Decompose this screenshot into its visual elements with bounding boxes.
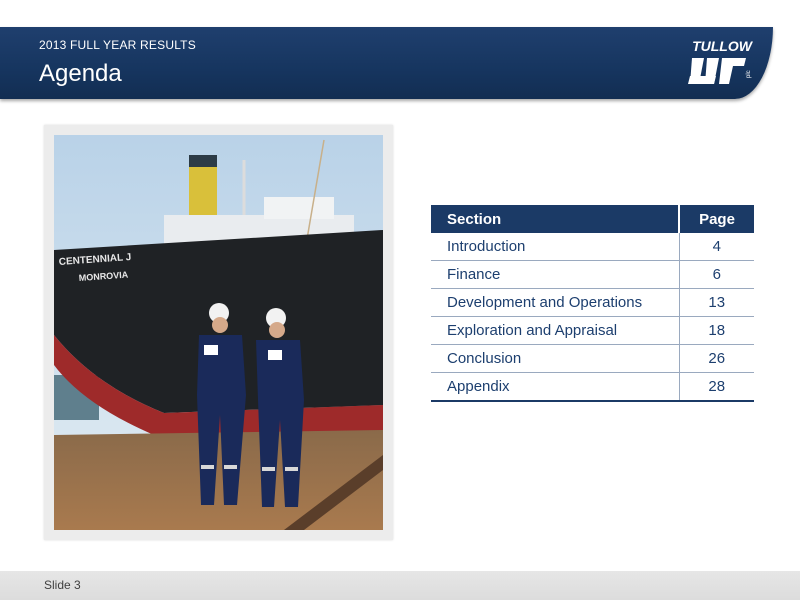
agenda-table: Section Page Introduction 4 Finance 6 De… xyxy=(431,205,754,402)
logo-mark-icon xyxy=(688,58,746,84)
table-row: Exploration and Appraisal 18 xyxy=(431,316,754,345)
column-header-section: Section xyxy=(431,205,680,233)
section-cell: Exploration and Appraisal xyxy=(431,316,680,345)
logo-plc: plc xyxy=(746,70,752,78)
page-cell: 26 xyxy=(679,344,754,373)
table-row: Development and Operations 13 xyxy=(431,288,754,317)
section-cell: Conclusion xyxy=(431,344,680,373)
page-cell: 6 xyxy=(679,260,754,289)
tullow-logo: TULLOW plc xyxy=(688,38,754,84)
page-cell: 13 xyxy=(679,288,754,317)
section-cell: Finance xyxy=(431,260,680,289)
column-header-page: Page xyxy=(679,205,754,233)
table-row: Introduction 4 xyxy=(431,233,754,261)
presentation-subtitle: 2013 FULL YEAR RESULTS xyxy=(39,38,196,52)
table-row: Conclusion 26 xyxy=(431,344,754,373)
page-cell: 4 xyxy=(679,233,754,261)
photo-frame: CENTENNIAL J MONROVIA xyxy=(44,125,393,540)
agenda-header-row: Section Page xyxy=(431,205,754,233)
section-cell: Introduction xyxy=(431,233,680,261)
page-cell: 18 xyxy=(679,316,754,345)
logo-wordmark: TULLOW xyxy=(692,38,754,54)
slide-number: Slide 3 xyxy=(44,578,81,592)
page-cell: 28 xyxy=(679,372,754,402)
ship-illustration: CENTENNIAL J MONROVIA xyxy=(54,135,383,530)
section-cell: Development and Operations xyxy=(431,288,680,317)
section-cell: Appendix xyxy=(431,372,680,402)
table-row: Appendix 28 xyxy=(431,372,754,402)
table-row: Finance 6 xyxy=(431,260,754,289)
ship-photo: CENTENNIAL J MONROVIA xyxy=(54,135,383,530)
slide-title: Agenda xyxy=(39,60,122,87)
footer-bar: Slide 3 xyxy=(0,571,800,600)
